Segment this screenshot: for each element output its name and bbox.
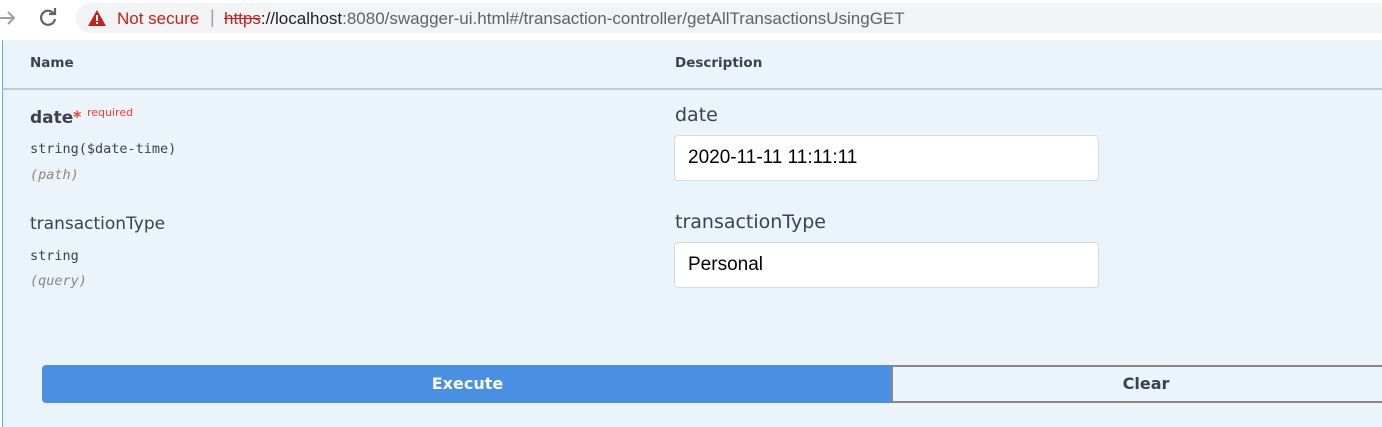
reload-icon[interactable] [36,6,60,30]
url-host: ://localhost [260,9,343,28]
date-input[interactable] [674,135,1099,181]
url-path: :8080/swagger-ui.html#/transaction-contr… [342,9,905,28]
param-description-transaction-type: transactionType [675,211,826,233]
execute-button[interactable]: Execute [42,365,893,403]
clear-button[interactable]: Clear [891,365,1382,403]
url-scheme: https [224,9,261,28]
param-description-date: date [675,104,718,126]
required-label: required [87,106,134,119]
parameters-panel: Name Description date * required string(… [2,40,1382,427]
param-in-transaction-type: (query) [30,273,87,289]
required-star: * [73,107,82,126]
arrow-right-icon[interactable] [0,7,18,29]
column-header-name: Name [30,55,74,71]
param-name-transaction-type: transactionType [30,214,166,234]
address-bar[interactable]: Not secure | https://localhost:8080/swag… [76,3,1382,33]
not-secure-label[interactable]: Not secure [117,9,199,29]
param-in-date: (path) [30,167,79,183]
parameters-table-header: Name Description [3,40,1382,90]
url-text[interactable]: https://localhost:8080/swagger-ui.html#/… [224,9,905,29]
warning-triangle-icon[interactable] [88,10,106,26]
column-header-description: Description [675,55,763,71]
param-type-date: string($date-time) [30,141,177,157]
param-type-transaction-type: string [30,248,79,264]
param-name-date: date [30,108,74,128]
browser-toolbar: Not secure | https://localhost:8080/swag… [0,0,1382,36]
transaction-type-input[interactable] [674,242,1099,288]
url-separator: | [210,7,215,27]
